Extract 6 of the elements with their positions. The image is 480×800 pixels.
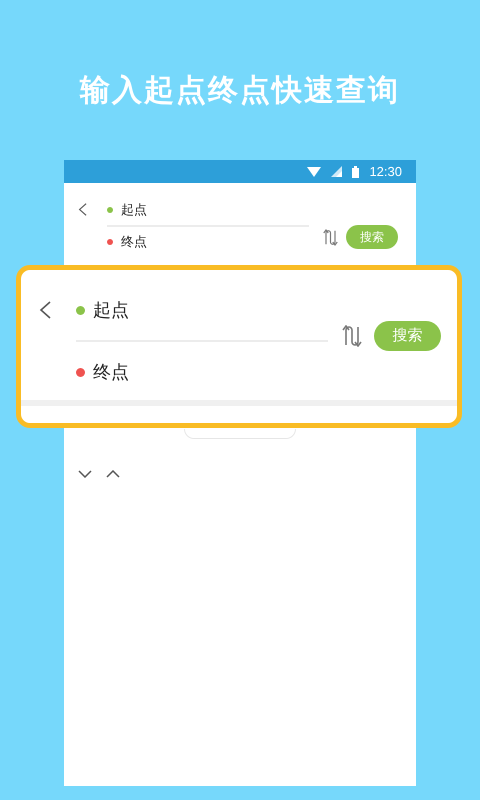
end-field[interactable]: 终点	[121, 232, 147, 252]
start-field[interactable]: 起点	[93, 296, 129, 324]
start-field[interactable]: 起点	[121, 200, 147, 220]
end-field[interactable]: 终点	[93, 358, 129, 386]
headline: 输入起点终点快速查询	[80, 72, 400, 110]
status-time: 12:30	[369, 162, 402, 181]
